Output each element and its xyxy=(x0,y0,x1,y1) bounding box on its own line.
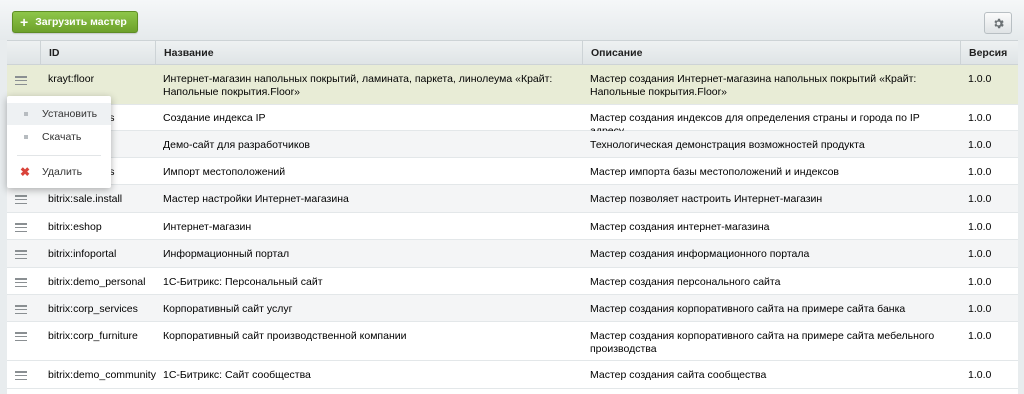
row-name: Интернет-магазин xyxy=(163,221,252,233)
row-menu-icon[interactable] xyxy=(15,305,27,315)
bullet-icon xyxy=(24,112,28,116)
plus-icon: + xyxy=(20,14,29,30)
header-version[interactable]: Версия xyxy=(960,41,1018,65)
menu-item-download-label: Скачать xyxy=(42,131,82,143)
row-version: 1.0.0 xyxy=(968,303,992,315)
row-id: bitrix:corp_furniture xyxy=(48,330,138,342)
row-description: Мастер позволяет настроить Интернет-мага… xyxy=(590,193,823,205)
row-name: Создание индекса IP xyxy=(163,112,266,124)
row-name: Интернет-магазин напольных покрытий, лам… xyxy=(163,73,553,98)
row-name: Информационный портал xyxy=(163,248,290,260)
row-menu-icon[interactable] xyxy=(15,223,27,233)
row-description: Мастер создания сайта сообщества xyxy=(590,369,767,381)
row-name: 1С-Битрикс: Сайт сообщества xyxy=(163,369,311,381)
table-row[interactable]: bitrix:locations Создание индекса IP Мас… xyxy=(7,105,1018,137)
toolbar: + Загрузить мастер xyxy=(0,0,1024,40)
table-row[interactable]: bitrix:demo_personal 1С-Битрикс: Персона… xyxy=(7,268,1018,295)
menu-item-download[interactable]: Скачать xyxy=(7,126,111,148)
row-id: bitrix:eshop xyxy=(48,221,102,233)
wizards-table: ID Название Описание Версия krayt:floor … xyxy=(7,40,1018,394)
row-description: Мастер создания корпоративного сайта на … xyxy=(590,330,935,355)
header-description[interactable]: Описание xyxy=(582,41,960,65)
row-description: Технологическая демонстрация возможносте… xyxy=(590,139,865,151)
row-name: Демо-сайт для разработчиков xyxy=(163,139,310,151)
row-name: 1С-Битрикс: Персональный сайт xyxy=(163,276,323,288)
table-row[interactable]: bitrix:infoportal Информационный портал … xyxy=(7,240,1018,268)
row-id: bitrix:demo_community xyxy=(48,369,156,381)
row-menu-icon[interactable] xyxy=(15,76,27,86)
header-id[interactable]: ID xyxy=(40,41,155,65)
table-header: ID Название Описание Версия xyxy=(7,40,1018,65)
menu-item-install[interactable]: Установить xyxy=(7,103,111,125)
table-row[interactable]: bitrix:sale.install Мастер настройки Инт… xyxy=(7,185,1018,213)
row-id: bitrix:corp_services xyxy=(48,303,138,315)
row-version: 1.0.0 xyxy=(968,73,992,85)
row-id: bitrix:infoportal xyxy=(48,248,117,260)
row-version: 1.0.0 xyxy=(968,330,992,342)
table-row[interactable]: bitrix:corp_services Корпоративный сайт … xyxy=(7,295,1018,322)
bullet-icon xyxy=(24,135,28,139)
upload-wizard-button[interactable]: + Загрузить мастер xyxy=(12,11,138,33)
row-version: 1.0.0 xyxy=(968,166,992,178)
header-actions xyxy=(7,41,40,65)
settings-button[interactable] xyxy=(984,12,1012,34)
row-name: Импорт местоположений xyxy=(163,166,286,178)
menu-divider xyxy=(17,155,101,156)
menu-item-delete[interactable]: ✖ Удалить xyxy=(7,161,111,183)
row-description: Мастер создания информационного портала xyxy=(590,248,810,260)
row-menu-icon[interactable] xyxy=(15,278,27,288)
row-description: Мастер создания интернет-магазина xyxy=(590,221,770,233)
gear-icon xyxy=(993,18,1004,28)
header-name[interactable]: Название xyxy=(155,41,582,65)
row-version: 1.0.0 xyxy=(968,248,992,260)
menu-item-install-label: Установить xyxy=(42,108,98,120)
delete-x-icon: ✖ xyxy=(20,165,31,179)
row-version: 1.0.0 xyxy=(968,221,992,233)
row-menu-icon[interactable] xyxy=(15,371,27,381)
table-row[interactable]: Демо-сайт для разработчиков Технологичес… xyxy=(7,131,1018,158)
table-row[interactable]: bitrix:demo_community 1С-Битрикс: Сайт с… xyxy=(7,361,1018,389)
row-version: 1.0.0 xyxy=(968,369,992,381)
row-description: Мастер создания персонального сайта xyxy=(590,276,781,288)
row-description: Мастер создания Интернет-магазина наполь… xyxy=(590,73,917,98)
row-description: Мастер импорта базы местоположений и инд… xyxy=(590,166,840,178)
table-row[interactable]: bitrix:corp_furniture Корпоративный сайт… xyxy=(7,322,1018,361)
row-menu-icon[interactable] xyxy=(15,250,27,260)
upload-wizard-label: Загрузить мастер xyxy=(35,16,127,28)
row-id: bitrix:sale.install xyxy=(48,193,123,205)
row-menu-icon[interactable] xyxy=(15,332,27,342)
row-version: 1.0.0 xyxy=(968,193,992,205)
row-id: krayt:floor xyxy=(48,73,95,85)
row-version: 1.0.0 xyxy=(968,112,992,124)
row-menu-icon[interactable] xyxy=(15,195,27,205)
row-version: 1.0.0 xyxy=(968,139,992,151)
row-name: Корпоративный сайт услуг xyxy=(163,303,293,315)
table-row[interactable]: bitrix:eshop Интернет-магазин Мастер соз… xyxy=(7,213,1018,240)
row-context-menu: Установить Скачать ✖ Удалить xyxy=(7,96,111,188)
row-version: 1.0.0 xyxy=(968,276,992,288)
row-name: Корпоративный сайт производственной комп… xyxy=(163,330,407,342)
menu-item-delete-label: Удалить xyxy=(42,166,83,178)
row-id: bitrix:demo_personal xyxy=(48,276,146,288)
row-name: Мастер настройки Интернет-магазина xyxy=(163,193,349,205)
row-description: Мастер создания корпоративного сайта на … xyxy=(590,303,906,315)
table-row[interactable]: krayt:floor Интернет-магазин напольных п… xyxy=(7,65,1018,105)
table-row[interactable]: bitrix:locations Импорт местоположений М… xyxy=(7,158,1018,185)
